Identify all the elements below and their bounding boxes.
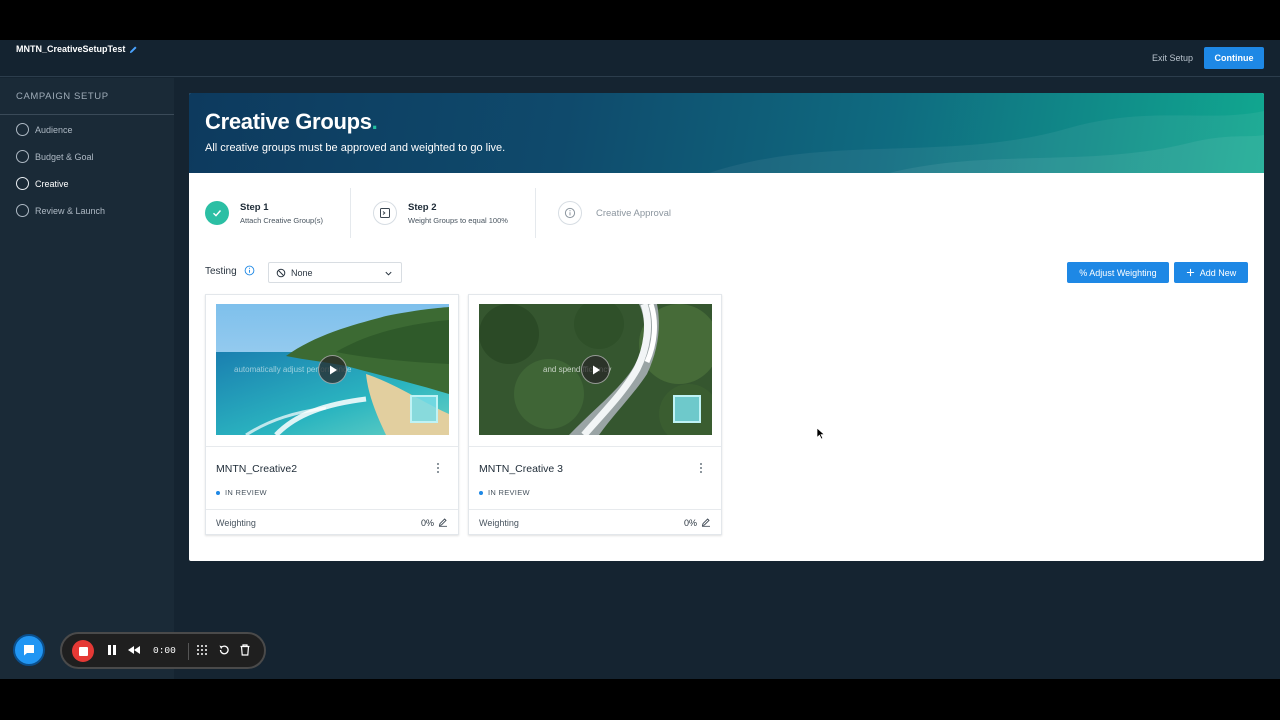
exit-setup-link[interactable]: Exit Setup bbox=[1152, 53, 1193, 63]
weighting-value: 0% bbox=[683, 518, 697, 528]
step-creative-approval: Creative Approval bbox=[558, 188, 671, 238]
letterbox-bottom bbox=[0, 679, 1280, 720]
status-badge: IN REVIEW bbox=[479, 488, 530, 497]
qr-code-icon bbox=[673, 395, 701, 423]
creative-name: MNTN_Creative 3 bbox=[479, 463, 564, 475]
play-icon[interactable] bbox=[581, 355, 610, 384]
step-circle-icon bbox=[16, 150, 29, 163]
stop-recording-button[interactable] bbox=[72, 640, 94, 662]
step-divider bbox=[535, 188, 536, 238]
step-circle-icon bbox=[16, 123, 29, 136]
app-window: MNTN_CreativeSetupTest Exit Setup Contin… bbox=[0, 40, 1280, 679]
step-tracker: Step 1 Attach Creative Group(s) Step 2 W… bbox=[189, 188, 1264, 238]
step-title: Step 2 bbox=[408, 201, 437, 213]
creative-name: MNTN_Creative2 bbox=[216, 463, 298, 475]
campaign-name-text: MNTN_CreativeSetupTest bbox=[16, 44, 126, 54]
recording-timer: 0:00 bbox=[153, 645, 176, 656]
status-label: IN REVIEW bbox=[488, 488, 530, 497]
testing-select-value: None bbox=[291, 267, 313, 278]
letterbox-top bbox=[0, 0, 1280, 40]
sidebar: CAMPAIGN SETUP Audience Budget & Goal Cr… bbox=[0, 78, 174, 679]
sidebar-item-review-launch[interactable]: Review & Launch bbox=[16, 204, 105, 217]
step-1: Step 1 Attach Creative Group(s) bbox=[205, 188, 323, 238]
more-options-icon[interactable] bbox=[432, 461, 444, 475]
video-thumbnail[interactable]: and spend fficiency bbox=[479, 304, 712, 435]
status-dot bbox=[479, 490, 483, 495]
info-icon bbox=[558, 201, 582, 225]
step-description: Weight Groups to equal 100% bbox=[408, 215, 508, 225]
step-title: Step 1 bbox=[240, 201, 269, 213]
step-description: Attach Creative Group(s) bbox=[240, 215, 323, 225]
grid-dots-icon[interactable] bbox=[195, 643, 209, 657]
terminal-icon bbox=[373, 201, 397, 225]
chat-launcher-icon[interactable] bbox=[13, 634, 45, 666]
step-divider bbox=[350, 188, 351, 238]
sidebar-divider bbox=[0, 114, 174, 115]
status-label: IN REVIEW bbox=[225, 488, 267, 497]
sidebar-item-budget-goal[interactable]: Budget & Goal bbox=[16, 150, 94, 163]
card-divider bbox=[206, 446, 458, 447]
weighting-label: Weighting bbox=[479, 518, 519, 528]
video-thumbnail[interactable]: automatically adjust performance bbox=[216, 304, 449, 435]
chevron-down-icon bbox=[385, 271, 392, 276]
restart-icon[interactable] bbox=[217, 643, 231, 657]
card-divider bbox=[469, 446, 721, 447]
page-subtitle: All creative groups must be approved and… bbox=[205, 142, 506, 154]
creative-toolbar: Testing None % Adjust Weighting Add New bbox=[189, 261, 1264, 285]
testing-select[interactable]: None bbox=[268, 262, 402, 283]
more-options-icon[interactable] bbox=[695, 461, 707, 475]
sidebar-heading: CAMPAIGN SETUP bbox=[16, 91, 109, 102]
plus-icon bbox=[1186, 268, 1194, 277]
sidebar-item-label: Creative bbox=[35, 178, 69, 189]
status-badge: IN REVIEW bbox=[216, 488, 267, 497]
qr-code-icon bbox=[410, 395, 438, 423]
creative-card[interactable]: automatically adjust performance MNTN_Cr… bbox=[205, 294, 459, 535]
pause-icon[interactable] bbox=[106, 643, 118, 657]
page-title: Creative Groups. bbox=[205, 109, 378, 134]
step-2: Step 2 Weight Groups to equal 100% bbox=[373, 188, 508, 238]
mouse-cursor-icon bbox=[816, 427, 826, 440]
sidebar-item-audience[interactable]: Audience bbox=[16, 123, 73, 136]
continue-button[interactable]: Continue bbox=[1204, 47, 1264, 69]
sidebar-item-label: Review & Launch bbox=[35, 205, 106, 216]
info-icon[interactable] bbox=[244, 265, 255, 276]
play-icon[interactable] bbox=[318, 355, 347, 384]
status-dot bbox=[216, 490, 220, 495]
check-icon bbox=[205, 201, 229, 225]
sidebar-item-label: Budget & Goal bbox=[35, 151, 94, 162]
testing-label: Testing bbox=[205, 266, 237, 277]
step-circle-icon bbox=[16, 177, 29, 190]
hero-banner: Creative Groups. All creative groups mus… bbox=[189, 93, 1264, 173]
rewind-icon[interactable] bbox=[127, 643, 141, 657]
adjust-weighting-button[interactable]: % Adjust Weighting bbox=[1067, 262, 1169, 283]
step-title: Creative Approval bbox=[596, 207, 671, 219]
weighting-label: Weighting bbox=[216, 518, 256, 528]
screen-recorder-bar: 0:00 bbox=[60, 632, 266, 669]
add-new-label: Add New bbox=[1199, 267, 1237, 278]
card-divider bbox=[469, 509, 721, 510]
title-dot: . bbox=[371, 109, 378, 134]
step-circle-icon bbox=[16, 204, 29, 217]
campaign-name[interactable]: MNTN_CreativeSetupTest bbox=[16, 44, 138, 54]
trash-icon[interactable] bbox=[238, 643, 252, 657]
creative-groups-panel: Creative Groups. All creative groups mus… bbox=[189, 93, 1264, 561]
edit-pencil-icon[interactable] bbox=[701, 517, 711, 527]
recorder-divider bbox=[188, 643, 189, 660]
add-new-button[interactable]: Add New bbox=[1174, 262, 1248, 283]
top-bar: MNTN_CreativeSetupTest Exit Setup Contin… bbox=[0, 40, 1280, 77]
sidebar-item-label: Audience bbox=[35, 124, 73, 135]
prohibited-icon bbox=[276, 268, 286, 277]
weighting-value: 0% bbox=[420, 518, 434, 528]
edit-pencil-icon[interactable] bbox=[438, 517, 448, 527]
card-divider bbox=[206, 509, 458, 510]
sidebar-item-creative[interactable]: Creative bbox=[16, 177, 69, 190]
creative-card[interactable]: and spend fficiency MNTN_Creative 3 IN R… bbox=[468, 294, 722, 535]
edit-pencil-icon[interactable] bbox=[129, 45, 138, 54]
